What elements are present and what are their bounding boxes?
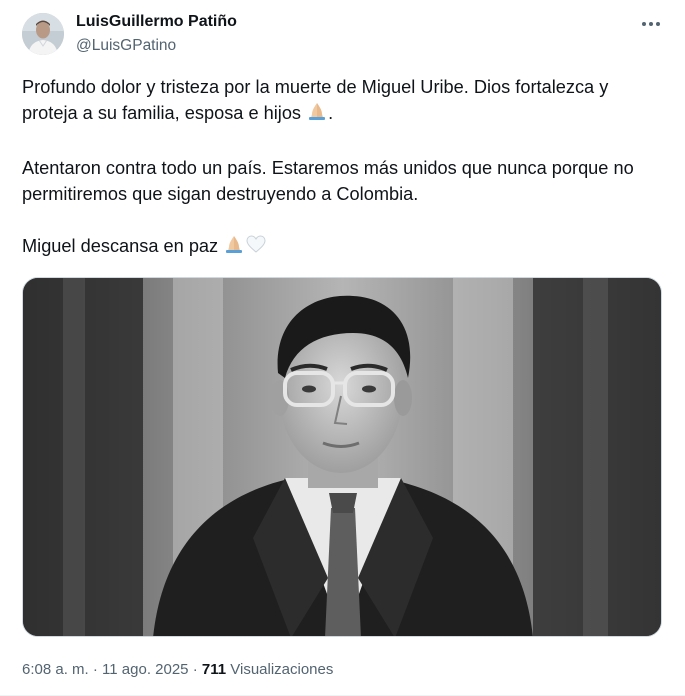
tweet-date[interactable]: 11 ago. 2025 bbox=[102, 661, 188, 678]
tweet-paragraph-2: Atentaron contra todo un país. Estaremos… bbox=[22, 158, 639, 204]
tweet-paragraph-1-end: . bbox=[328, 103, 334, 123]
author-display-name[interactable]: LuisGuillermo Patiño bbox=[76, 12, 237, 32]
author-handle[interactable]: @LuisGPatino bbox=[76, 36, 176, 56]
folded-hands-emoji bbox=[306, 100, 328, 129]
meta-separator: · bbox=[92, 661, 98, 678]
views-label[interactable]: Visualizaciones bbox=[230, 661, 333, 678]
tweet-paragraph-1: Profundo dolor y tristeza por la muerte … bbox=[22, 74, 667, 129]
folded-hands-emoji bbox=[223, 233, 245, 262]
white-heart-emoji bbox=[245, 233, 267, 262]
meta-separator: · bbox=[192, 661, 198, 678]
tweet-paragraph-3-text: Miguel descansa en paz bbox=[22, 236, 219, 256]
more-horizontal-icon bbox=[641, 14, 661, 32]
avatar[interactable] bbox=[22, 13, 64, 55]
tweet-text: Profundo dolor y tristeza por la muerte … bbox=[22, 74, 667, 262]
tweet-photo[interactable] bbox=[22, 277, 662, 637]
more-options-button[interactable] bbox=[636, 10, 666, 36]
views-count[interactable]: 711 bbox=[202, 661, 226, 678]
tweet-time[interactable]: 6:08 a. m. bbox=[22, 661, 89, 678]
tweet-card: LuisGuillermo Patiño @LuisGPatino Profun… bbox=[0, 0, 685, 696]
tweet-paragraph-3: Miguel descansa en paz bbox=[22, 233, 667, 262]
tweet-meta: 6:08 a. m. · 11 ago. 2025 · 711 Visualiz… bbox=[22, 660, 333, 680]
